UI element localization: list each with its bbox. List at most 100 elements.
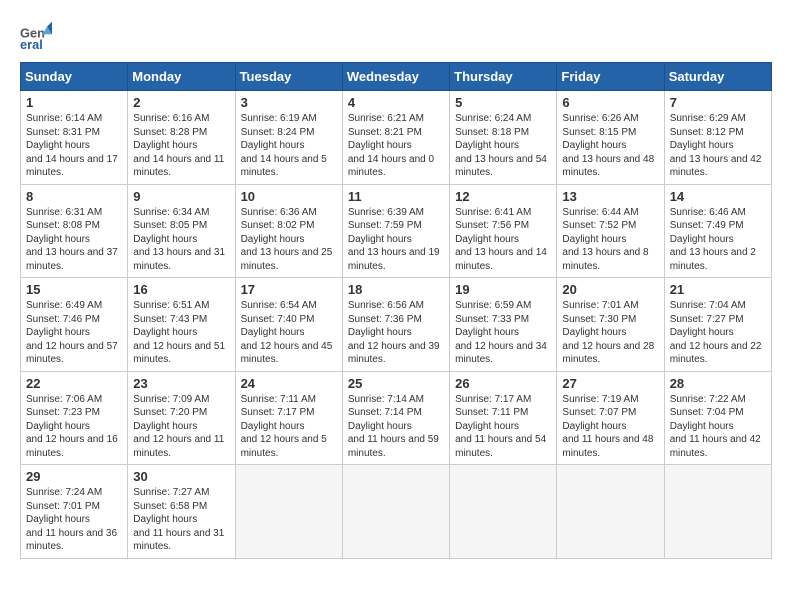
calendar-cell: 19Sunrise: 6:59 AMSunset: 7:33 PMDayligh… (450, 278, 557, 372)
calendar-cell: 27 Sunrise: 7:19 AMSunset: 7:07 PMDayligh… (557, 371, 664, 465)
header-thursday: Thursday (450, 63, 557, 91)
calendar-cell: 2 Sunrise: 6:16 AMSunset: 8:28 PMDaylight… (128, 91, 235, 185)
calendar-cell: 25 Sunrise: 7:14 AMSunset: 7:14 PMDayligh… (342, 371, 449, 465)
header-sunday: Sunday (21, 63, 128, 91)
cell-info: Sunrise: 7:14 AMSunset: 7:14 PMDaylight … (348, 393, 444, 461)
day-number: 15 (26, 282, 122, 297)
day-number: 6 (562, 95, 658, 110)
calendar-cell: 7 Sunrise: 6:29 AMSunset: 8:12 PMDaylight… (664, 91, 771, 185)
week-row-2: 8 Sunrise: 6:31 AMSunset: 8:08 PMDaylight… (21, 184, 772, 278)
day-number: 5 (455, 95, 551, 110)
calendar-cell: 20 Sunrise: 7:01 AMSunset: 7:30 PMDayligh… (557, 278, 664, 372)
calendar-cell: 24 Sunrise: 7:11 AMSunset: 7:17 PMDayligh… (235, 371, 342, 465)
week-row-3: 15 Sunrise: 6:49 AMSunset: 7:46 PMDayligh… (21, 278, 772, 372)
calendar-cell: 28 Sunrise: 7:22 AMSunset: 7:04 PMDayligh… (664, 371, 771, 465)
day-number: 7 (670, 95, 766, 110)
cell-info: Sunrise: 6:31 AMSunset: 8:08 PMDaylight … (26, 206, 122, 274)
day-number: 23 (133, 376, 229, 391)
day-number: 28 (670, 376, 766, 391)
cell-info: Sunrise: 6:39 AMSunset: 7:59 PMDaylight … (348, 206, 444, 274)
day-number: 27 (562, 376, 658, 391)
calendar-cell: 14 Sunrise: 6:46 AMSunset: 7:49 PMDayligh… (664, 184, 771, 278)
calendar-cell (450, 465, 557, 559)
cell-info: Sunrise: 6:19 AMSunset: 8:24 PMDaylight … (241, 112, 337, 180)
calendar-cell: 11 Sunrise: 6:39 AMSunset: 7:59 PMDayligh… (342, 184, 449, 278)
calendar-cell: 4 Sunrise: 6:21 AMSunset: 8:21 PMDaylight… (342, 91, 449, 185)
cell-info: Sunrise: 6:34 AMSunset: 8:05 PMDaylight … (133, 206, 229, 274)
day-number: 2 (133, 95, 229, 110)
calendar-table: SundayMondayTuesdayWednesdayThursdayFrid… (20, 62, 772, 559)
calendar-cell: 23Sunrise: 7:09 AMSunset: 7:20 PMDayligh… (128, 371, 235, 465)
cell-info: Sunrise: 6:49 AMSunset: 7:46 PMDaylight … (26, 299, 122, 367)
cell-info: Sunrise: 6:41 AMSunset: 7:56 PMDaylight … (455, 206, 551, 274)
calendar-cell: 1 Sunrise: 6:14 AMSunset: 8:31 PMDaylight… (21, 91, 128, 185)
svg-text:eral: eral (20, 37, 43, 52)
cell-info: Sunrise: 6:21 AMSunset: 8:21 PMDaylight … (348, 112, 444, 180)
page-header: Gen eral (20, 20, 772, 52)
day-number: 3 (241, 95, 337, 110)
cell-info: Sunrise: 6:54 AMSunset: 7:40 PMDaylight … (241, 299, 337, 367)
cell-info: Sunrise: 6:51 AMSunset: 7:43 PMDaylight … (133, 299, 229, 367)
day-number: 21 (670, 282, 766, 297)
calendar-cell: 22 Sunrise: 7:06 AMSunset: 7:23 PMDayligh… (21, 371, 128, 465)
cell-info: Sunrise: 7:17 AMSunset: 7:11 PMDaylight … (455, 393, 551, 461)
day-number: 22 (26, 376, 122, 391)
calendar-cell: 16 Sunrise: 6:51 AMSunset: 7:43 PMDayligh… (128, 278, 235, 372)
week-row-5: 29 Sunrise: 7:24 AMSunset: 7:01 PMDayligh… (21, 465, 772, 559)
cell-info: Sunrise: 6:46 AMSunset: 7:49 PMDaylight … (670, 206, 766, 274)
day-number: 11 (348, 189, 444, 204)
header-tuesday: Tuesday (235, 63, 342, 91)
day-number: 29 (26, 469, 122, 484)
day-number: 17 (241, 282, 337, 297)
cell-info: Sunrise: 7:04 AMSunset: 7:27 PMDaylight … (670, 299, 766, 367)
calendar-cell: 6 Sunrise: 6:26 AMSunset: 8:15 PMDaylight… (557, 91, 664, 185)
cell-info: Sunrise: 6:26 AMSunset: 8:15 PMDaylight … (562, 112, 658, 180)
cell-info: Sunrise: 7:19 AMSunset: 7:07 PMDaylight … (562, 393, 658, 461)
cell-info: Sunrise: 6:29 AMSunset: 8:12 PMDaylight … (670, 112, 766, 180)
cell-info: Sunrise: 6:56 AMSunset: 7:36 PMDaylight … (348, 299, 444, 367)
logo: Gen eral (20, 20, 56, 52)
day-number: 1 (26, 95, 122, 110)
cell-info: Sunrise: 7:27 AMSunset: 6:58 PMDaylight … (133, 486, 229, 554)
calendar-cell: 26Sunrise: 7:17 AMSunset: 7:11 PMDayligh… (450, 371, 557, 465)
week-row-4: 22 Sunrise: 7:06 AMSunset: 7:23 PMDayligh… (21, 371, 772, 465)
cell-info: Sunrise: 7:22 AMSunset: 7:04 PMDaylight … (670, 393, 766, 461)
day-number: 4 (348, 95, 444, 110)
calendar-cell: 5 Sunrise: 6:24 AMSunset: 8:18 PMDaylight… (450, 91, 557, 185)
calendar-cell (557, 465, 664, 559)
calendar-cell (664, 465, 771, 559)
calendar-cell: 17 Sunrise: 6:54 AMSunset: 7:40 PMDayligh… (235, 278, 342, 372)
cell-info: Sunrise: 6:36 AMSunset: 8:02 PMDaylight … (241, 206, 337, 274)
calendar-header-row: SundayMondayTuesdayWednesdayThursdayFrid… (21, 63, 772, 91)
day-number: 9 (133, 189, 229, 204)
day-number: 12 (455, 189, 551, 204)
cell-info: Sunrise: 6:14 AMSunset: 8:31 PMDaylight … (26, 112, 122, 180)
calendar-cell: 12 Sunrise: 6:41 AMSunset: 7:56 PMDayligh… (450, 184, 557, 278)
day-number: 10 (241, 189, 337, 204)
calendar-cell: 9 Sunrise: 6:34 AMSunset: 8:05 PMDaylight… (128, 184, 235, 278)
day-number: 14 (670, 189, 766, 204)
header-monday: Monday (128, 63, 235, 91)
calendar-cell: 21 Sunrise: 7:04 AMSunset: 7:27 PMDayligh… (664, 278, 771, 372)
calendar-cell: 8 Sunrise: 6:31 AMSunset: 8:08 PMDaylight… (21, 184, 128, 278)
day-number: 8 (26, 189, 122, 204)
cell-info: Sunrise: 6:59 AMSunset: 7:33 PMDaylight … (455, 299, 551, 367)
day-number: 18 (348, 282, 444, 297)
cell-info: Sunrise: 6:16 AMSunset: 8:28 PMDaylight … (133, 112, 229, 180)
day-number: 16 (133, 282, 229, 297)
day-number: 24 (241, 376, 337, 391)
calendar-cell: 15 Sunrise: 6:49 AMSunset: 7:46 PMDayligh… (21, 278, 128, 372)
header-saturday: Saturday (664, 63, 771, 91)
header-friday: Friday (557, 63, 664, 91)
cell-info: Sunrise: 7:01 AMSunset: 7:30 PMDaylight … (562, 299, 658, 367)
cell-info: Sunrise: 7:06 AMSunset: 7:23 PMDaylight … (26, 393, 122, 461)
day-number: 20 (562, 282, 658, 297)
day-number: 25 (348, 376, 444, 391)
calendar-cell: 10 Sunrise: 6:36 AMSunset: 8:02 PMDayligh… (235, 184, 342, 278)
cell-info: Sunrise: 7:24 AMSunset: 7:01 PMDaylight … (26, 486, 122, 554)
calendar-cell: 13Sunrise: 6:44 AMSunset: 7:52 PMDayligh… (557, 184, 664, 278)
week-row-1: 1 Sunrise: 6:14 AMSunset: 8:31 PMDaylight… (21, 91, 772, 185)
cell-info: Sunrise: 6:24 AMSunset: 8:18 PMDaylight … (455, 112, 551, 180)
cell-info: Sunrise: 7:11 AMSunset: 7:17 PMDaylight … (241, 393, 337, 461)
calendar-cell: 29 Sunrise: 7:24 AMSunset: 7:01 PMDayligh… (21, 465, 128, 559)
